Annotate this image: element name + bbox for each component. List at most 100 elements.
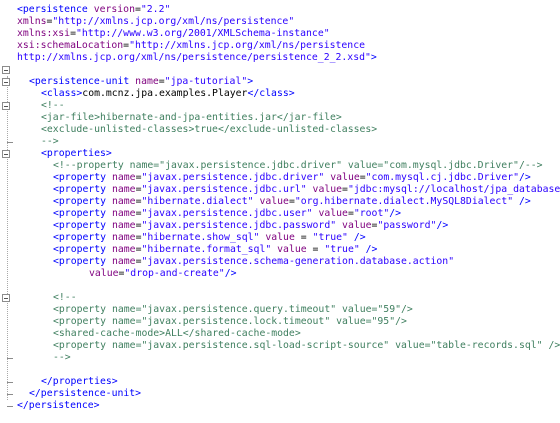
code-token: <property — [53, 232, 112, 243]
code-token: value — [312, 184, 343, 195]
code-token: com.mcnz.jpa.examples.Player — [82, 88, 248, 99]
code-line[interactable]: <!--property name="javax.persistence.jdb… — [53, 160, 543, 172]
code-token: "true" — [312, 232, 348, 243]
code-token: <persistence-unit — [29, 76, 136, 87]
code-token: > — [247, 76, 254, 87]
code-line[interactable]: <property name = "hibernate.show_sql" valu… — [53, 232, 366, 244]
code-line[interactable]: <property name="javax.persistence.jdbc.u… — [53, 184, 560, 196]
code-line[interactable]: value="drop-and-create"/> — [89, 268, 236, 280]
fold-collapse-icon[interactable] — [2, 150, 10, 158]
code-token: "jpa-tutorial" — [164, 76, 248, 87]
code-token: <property — [53, 208, 112, 219]
code-token: "jdbc:mysql://localhost/jpa_database" — [347, 184, 560, 195]
code-token: "hibernate.show_sql" — [141, 232, 260, 243]
code-token: name — [135, 76, 159, 87]
code-line[interactable]: <properties> — [41, 148, 112, 160]
code-token: "drop-and-create" — [124, 268, 225, 279]
code-line[interactable]: <property name="javax.persistence.jdbc.u… — [53, 208, 401, 220]
code-token: value — [265, 232, 295, 243]
code-token: "http://xmlns.jcp.org/xml/ns/persistence — [129, 40, 366, 51]
code-token: > — [370, 52, 377, 63]
fold-gutter — [0, 0, 14, 423]
code-token: --> — [53, 352, 71, 363]
code-token: name — [111, 220, 136, 231]
fold-collapse-icon[interactable] — [2, 66, 10, 74]
code-line[interactable]: <property name="hibernate.dialect" value… — [53, 196, 531, 208]
code-token: <property name="javax.persistence.sql-lo… — [53, 340, 560, 351]
code-token: version — [93, 4, 135, 15]
code-line[interactable]: --> — [53, 352, 71, 364]
code-line[interactable]: <persistence-unit name="jpa-tutorial"> — [29, 76, 253, 88]
code-token: value — [89, 268, 119, 279]
code-line[interactable]: <property name="javax.persistence.jdbc.d… — [53, 172, 531, 184]
code-token: "hibernate.format_sql" — [141, 244, 272, 255]
code-token: name — [111, 256, 136, 267]
code-token: = — [294, 232, 313, 243]
code-line[interactable]: xmlns:xsi="http://www.w3.org/2001/XMLSch… — [17, 28, 330, 40]
code-token: "hibernate.dialect" — [141, 196, 254, 207]
code-token: "javax.persistence.jdbc.url" — [141, 184, 307, 195]
fold-collapse-icon[interactable] — [2, 78, 10, 86]
code-line[interactable]: xsi:schemaLocation="http://xmlns.jcp.org… — [17, 40, 365, 52]
code-token: /> — [353, 232, 366, 243]
code-token: "root" — [353, 208, 390, 219]
code-line[interactable]: <persistence version="2.2" — [17, 4, 170, 16]
fold-end-marker — [7, 394, 13, 395]
code-line[interactable]: <exclude-unlisted-classes>true</exclude-… — [41, 124, 377, 136]
code-line[interactable]: <property name="javax.persistence.sql-lo… — [53, 340, 560, 352]
code-line[interactable]: <property name="javax.persistence.lock.t… — [53, 316, 407, 328]
code-token: <exclude-unlisted-classes>true</exclude-… — [41, 124, 378, 135]
code-token: <jar-file>hibernate-and-jpa-entities.jar… — [41, 112, 342, 123]
code-token: "true" — [324, 244, 360, 255]
code-token: = — [306, 244, 325, 255]
code-token: value — [277, 244, 307, 255]
code-token: value — [259, 196, 289, 207]
code-token: /> — [365, 244, 378, 255]
code-token: <class> — [41, 88, 83, 99]
code-token: "2.2" — [140, 4, 171, 15]
code-line[interactable]: <property name="javax.persistence.query.… — [53, 304, 413, 316]
code-line[interactable]: xmlns="http://xmlns.jcp.org/xml/ns/persi… — [17, 16, 294, 28]
code-token: --> — [41, 136, 59, 147]
code-token: "javax.persistence.jdbc.driver" — [141, 172, 325, 183]
fold-collapse-icon[interactable] — [2, 294, 10, 302]
code-line[interactable]: <!-- — [53, 292, 77, 304]
code-line[interactable]: <property name = "hibernate.format_sql" va… — [53, 244, 377, 256]
code-token: name — [111, 184, 136, 195]
code-token: "com.mysql.cj.jdbc.Driver" — [365, 172, 520, 183]
code-token: <property — [53, 220, 112, 231]
code-line[interactable]: <class>com.mcnz.jpa.examples.Player</cla… — [41, 88, 295, 100]
code-token: name — [111, 196, 136, 207]
code-token: <property — [53, 184, 112, 195]
code-token: name — [111, 208, 136, 219]
code-token: name — [111, 172, 136, 183]
code-token: <properties> — [41, 148, 112, 159]
code-token: xmlns — [17, 16, 47, 27]
code-line[interactable]: </persistence-unit> — [29, 388, 141, 400]
code-line[interactable]: <!-- — [41, 100, 65, 112]
code-token: "password" — [377, 220, 437, 231]
code-token: value — [330, 172, 360, 183]
fold-end-marker — [7, 382, 13, 383]
code-line[interactable]: </persistence> — [17, 400, 100, 412]
code-token: /> — [519, 196, 531, 207]
code-token: <property — [53, 256, 112, 267]
code-line[interactable]: --> — [41, 136, 59, 148]
code-line[interactable]: <property name="javax.persistence.jdbc.p… — [53, 220, 448, 232]
code-token: "javax.persistence.schema-generation.dat… — [141, 256, 455, 267]
code-token: "org.hibernate.dialect.MySQL8Dialect" — [294, 196, 514, 207]
code-token: <!--property name="javax.persistence.jdb… — [53, 160, 543, 171]
code-editor[interactable]: <persistence version="2.2" xmlns="http://… — [0, 0, 560, 423]
code-token: "javax.persistence.jdbc.user" — [141, 208, 313, 219]
code-line[interactable]: http://xmlns.jcp.org/xml/ns/persistence/… — [17, 52, 377, 64]
fold-collapse-icon[interactable] — [2, 102, 10, 110]
code-line[interactable]: <jar-file>hibernate-and-jpa-entities.jar… — [41, 112, 342, 124]
code-token: xmlns:xsi — [17, 28, 71, 39]
fold-end-marker — [7, 142, 13, 143]
code-line[interactable]: <property name="javax.persistence.schema… — [53, 256, 454, 268]
code-line[interactable]: <shared-cache-mode>ALL</shared-cache-mod… — [53, 328, 301, 340]
code-token: <property name="javax.persistence.query.… — [53, 304, 413, 315]
code-token: </properties> — [41, 376, 118, 387]
code-token: "javax.persistence.jdbc.password" — [141, 220, 337, 231]
code-line[interactable]: </properties> — [41, 376, 118, 388]
